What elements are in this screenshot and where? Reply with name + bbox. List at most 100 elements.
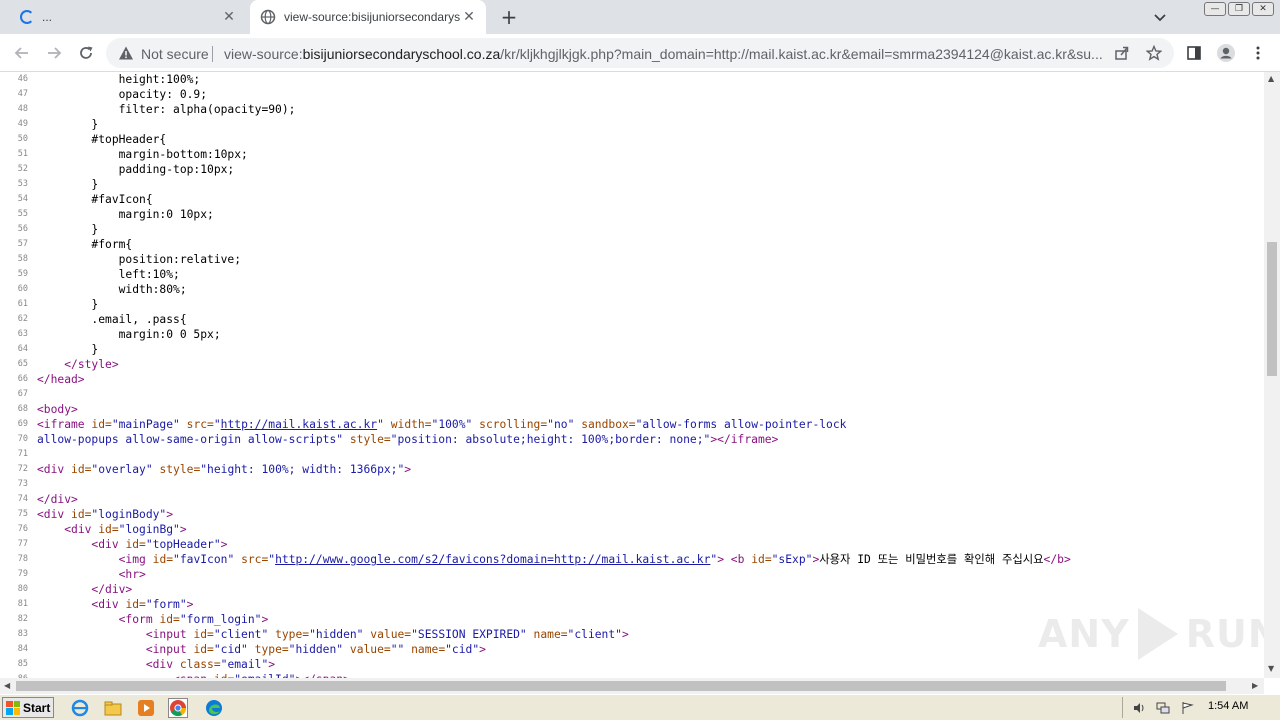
restore-button[interactable]: ❐ [1228,2,1250,16]
new-tab-button[interactable]: + [498,7,520,29]
source-token: #favIcon{ [37,193,153,206]
close-icon[interactable]: ✕ [460,8,478,26]
source-line: 73 [0,477,1264,492]
source-token: > [261,613,269,626]
line-content: <form id="form_login"> [37,612,269,627]
scroll-up-icon[interactable]: ▲ [1268,74,1274,83]
tab-title: view-source:bisijuniorsecondaryschool.co… [284,10,460,24]
source-token: value= [363,628,412,641]
line-number: 56 [17,224,28,234]
chevron-down-icon[interactable] [1152,9,1168,25]
line-number: 75 [17,509,28,519]
close-icon[interactable]: ✕ [220,8,238,26]
profile-button[interactable] [1216,43,1236,63]
source-token: ></iframe> [710,433,779,446]
source-token: "100%" [431,418,473,431]
scroll-down-icon[interactable]: ▼ [1268,664,1274,673]
source-token: "cid" [213,643,248,656]
line-number: 66 [17,374,28,384]
warning-triangle-icon[interactable] [118,45,134,61]
folder-icon[interactable] [103,698,123,718]
horizontal-scrollbar[interactable]: ◀ ▶ [0,678,1264,694]
share-icon[interactable] [1114,45,1130,61]
source-line: 75 <div id="loginBody"> [0,507,1264,522]
back-button[interactable] [12,43,32,63]
url-text[interactable]: view-source:bisijuniorsecondaryschool.co… [224,46,1104,62]
line-number: 57 [17,239,28,249]
source-token: "SESSION EXPIRED" [411,628,527,641]
source-token: id= [125,538,146,551]
line-number: 84 [17,644,28,654]
tab-view-source[interactable]: view-source:bisijuniorsecondaryschool.co… [250,0,486,34]
line-number: 62 [17,314,28,324]
reload-button[interactable] [76,43,96,63]
source-token: > [166,508,174,521]
network-icon[interactable] [1155,700,1171,716]
line-content: <input id="cid" type="hidden" value="" n… [37,642,486,657]
source-line: 54 #favIcon{ [0,192,1264,207]
source-token: "" [390,643,405,656]
source-token: id= [125,598,146,611]
line-number: 68 [17,404,28,414]
speaker-icon[interactable] [1131,700,1147,716]
start-button[interactable]: Start [2,697,54,718]
line-number: 83 [17,629,28,639]
scroll-left-icon[interactable]: ◀ [4,681,10,690]
line-number: 65 [17,359,28,369]
source-line: 64 } [0,342,1264,357]
chrome-icon[interactable] [168,698,188,718]
source-token: </div> [91,583,133,596]
address-bar[interactable]: Not secure view-source:bisijuniorseconda… [106,38,1174,68]
scroll-right-icon[interactable]: ▶ [1252,681,1258,690]
forward-button[interactable] [44,43,64,63]
source-token: <form [118,613,160,626]
menu-button[interactable] [1248,43,1268,63]
flag-icon[interactable] [1179,700,1195,716]
source-token: "loginBg" [118,523,180,536]
side-panel-button[interactable] [1184,43,1204,63]
vertical-scroll-thumb[interactable] [1267,242,1277,376]
line-content: left:10%; [37,267,180,282]
line-content: <iframe id="mainPage" src="http://mail.k… [37,417,846,432]
security-label[interactable]: Not secure [141,46,209,62]
source-token: "hidden" [288,643,344,656]
star-icon[interactable] [1146,45,1162,61]
source-token: > [179,523,187,536]
loading-spinner-icon [20,10,34,24]
source-token [37,538,91,551]
source-token: "no" [547,418,575,431]
line-content: opacity: 0.9; [37,87,207,102]
source-line: 48 filter: alpha(opacity=90); [0,102,1264,117]
source-token: } [37,118,99,131]
system-tray [1122,697,1278,718]
internet-explorer-icon[interactable] [70,698,90,718]
source-link[interactable]: http://www.google.com/s2/favicons?domain… [275,553,710,566]
tab-loading[interactable]: ... ✕ [8,0,246,34]
edge-icon[interactable] [204,698,224,718]
line-content: <hr> [37,567,146,582]
line-number: 85 [17,659,28,669]
source-token: "allow-forms allow-pointer-lock [635,418,847,431]
source-token: } [37,223,99,236]
horizontal-scroll-thumb[interactable] [16,681,1226,691]
close-window-button[interactable]: ✕ [1252,2,1274,16]
source-token: width= [383,418,432,431]
source-view[interactable]: 46 height:100%; 47 opacity: 0.9; 48 filter… [0,72,1264,678]
source-token: #form{ [37,238,133,251]
minimize-button[interactable]: — [1204,2,1226,16]
kebab-menu-icon [1256,46,1260,60]
divider [212,46,213,62]
source-token: margin:0 10px; [37,208,214,221]
line-number: 72 [17,464,28,474]
source-link[interactable]: http://mail.kaist.ac.kr [221,418,377,431]
watermark-text-left: ANY [1038,612,1130,656]
media-player-icon[interactable] [136,698,156,718]
source-token [37,553,119,566]
line-content: <div id="form"> [37,597,193,612]
source-line: 78 <img id="favIcon" src="http://www.goo… [0,552,1264,567]
source-token [37,523,64,536]
clock: 1:54 AM [1208,700,1249,712]
vertical-scrollbar[interactable]: ▲ ▼ [1264,72,1280,678]
play-icon [1137,608,1178,660]
line-number: 77 [17,539,28,549]
